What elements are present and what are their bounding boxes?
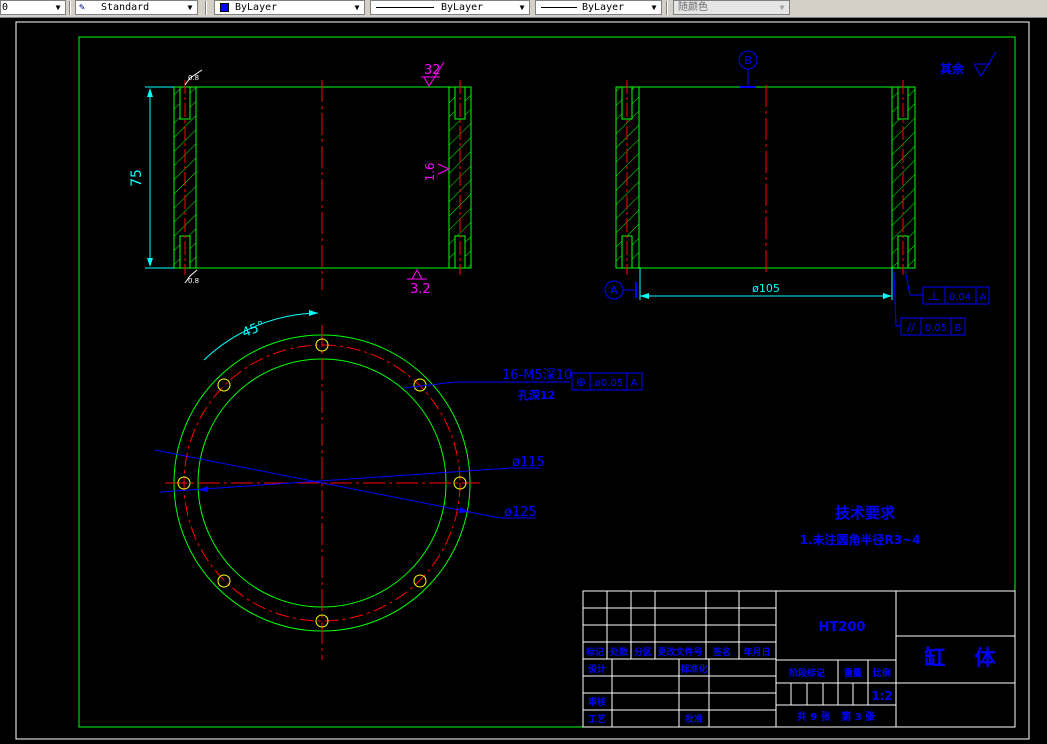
dia-125-leader [154,449,501,519]
tech-req-title: 技术要求 [835,504,896,522]
dia-115-label: ø115 [512,455,545,470]
std-label: 标准化 [679,663,707,675]
small-roughness-08-top: 0.8 [188,74,199,82]
bolt-hole [413,574,427,588]
dim-75-label: 75 [129,169,145,187]
sheets-label: 共 9 张 第 3 张 [797,710,876,723]
text-style-value: Standard [101,2,150,13]
chevron-down-icon: ▼ [779,3,785,12]
col-label: 分区 [634,646,652,658]
color-swatch [220,3,229,12]
drawing-canvas[interactable]: 75 32 1.6 3.2 0.8 0.8 B A ø105 ⊥ 0.04 A … [0,17,1047,744]
chevron-down-icon: ▼ [187,3,193,12]
text-style-icon: ✎ [79,2,86,13]
row-label: 设计 [588,663,606,675]
linetype-dropdown[interactable]: ByLayer ▼ [370,0,530,15]
bolt-hole [413,378,427,392]
roughness-symbol [411,268,423,280]
side-section-view: B A ø105 ⊥ 0.04 A // 0.05 B 其余 [604,50,997,336]
rest-finish-label: 其余 [940,61,965,76]
toolbar-separator [666,1,668,15]
roughness-16-label: 1.6 [423,162,437,181]
small-roughness-08-bottom: 0.8 [188,277,199,285]
properties-toolbar: 0 ▼ ✎ Standard ▼ ByLayer ▼ ByLayer ▼ ByL… [0,0,1047,18]
col-label: 更改文件号 [657,646,702,658]
technical-requirements: 技术要求 1.未注圆角半径R3~4 [800,504,921,547]
text-style-dropdown[interactable]: ✎ Standard ▼ [75,0,198,15]
dim-arrow [883,293,892,299]
scale-label: 1:2 [871,689,893,703]
plot-style-value: 随颜色 [678,2,708,13]
roughness-32-bottom: 3.2 [410,282,431,297]
material-label: HT200 [819,620,866,635]
chevron-down-icon: ▼ [354,3,360,12]
chevron-down-icon: ▼ [55,3,61,12]
tech-req-line-1: 1.未注圆角半径R3~4 [800,532,921,547]
perpendicularity-icon: ⊥ [928,289,939,304]
parallelism-icon: // [907,321,915,334]
bolt-hole [217,574,231,588]
flange-top-view: 45° 16-M5深10 孔深12 ⊕ ø0.05 A ø115 ø125 [154,310,643,660]
stage-label: 比例 [873,667,891,679]
position-value: ø0.05 [595,378,623,389]
layer-dropdown[interactable]: 0 ▼ [0,0,66,15]
datum-b-label: B [744,54,752,67]
hole-callout-text-2: 孔深12 [518,388,555,402]
row-label: 工艺 [588,713,606,725]
stage-label: 重量 [844,667,862,679]
roughness-symbol [437,163,451,175]
parallelism-datum: B [955,323,962,334]
part-name-label: 缸 体 [924,646,996,670]
lineweight-value: ByLayer [582,2,625,13]
perpendicularity-value: 0.04 [949,292,971,303]
color-value: ByLayer [235,2,278,13]
hole-callout-leader [403,381,456,389]
chevron-down-icon: ▼ [519,3,525,12]
dim-arrow [640,293,649,299]
stage-label: 阶段标记 [789,667,825,679]
tolerance-leader [893,271,901,327]
col-label: 签名 [712,646,731,658]
parallelism-value: 0.05 [925,323,947,334]
bolt-hole [217,378,231,392]
dim-arrow [147,88,153,97]
chevron-down-icon: ▼ [651,3,657,12]
row-label: 审核 [588,696,606,708]
col-label: 处数 [609,646,629,658]
lineweight-sample [541,7,577,8]
datum-a-label: A [610,284,618,297]
tolerance-leader [904,269,923,296]
front-section-view: 75 32 1.6 3.2 0.8 0.8 [129,61,472,297]
plot-style-dropdown[interactable]: 随颜色 ▼ [673,0,790,15]
linetype-value: ByLayer [441,2,484,13]
toolbar-separator [205,1,207,15]
approve-label: 批准 [685,713,703,725]
dim-arrow [147,258,153,267]
hole-callout-text-1: 16-M5深10 [502,368,572,383]
col-label: 年月日 [743,646,770,658]
color-dropdown[interactable]: ByLayer ▼ [214,0,365,15]
linetype-sample [376,7,434,8]
angle-45-label: 45° [240,318,267,341]
position-datum: A [631,378,638,389]
perpendicularity-datum: A [980,292,987,303]
lineweight-dropdown[interactable]: ByLayer ▼ [535,0,662,15]
toolbar-separator [69,1,71,15]
roughness-32-top: 32 [424,63,441,78]
dim-105-label: ø105 [752,282,780,295]
layer-value: 0 [2,2,9,13]
dia-125-label: ø125 [504,505,537,520]
position-icon: ⊕ [576,375,586,389]
angle-arrow [309,310,318,316]
col-label: 标记 [585,646,604,658]
